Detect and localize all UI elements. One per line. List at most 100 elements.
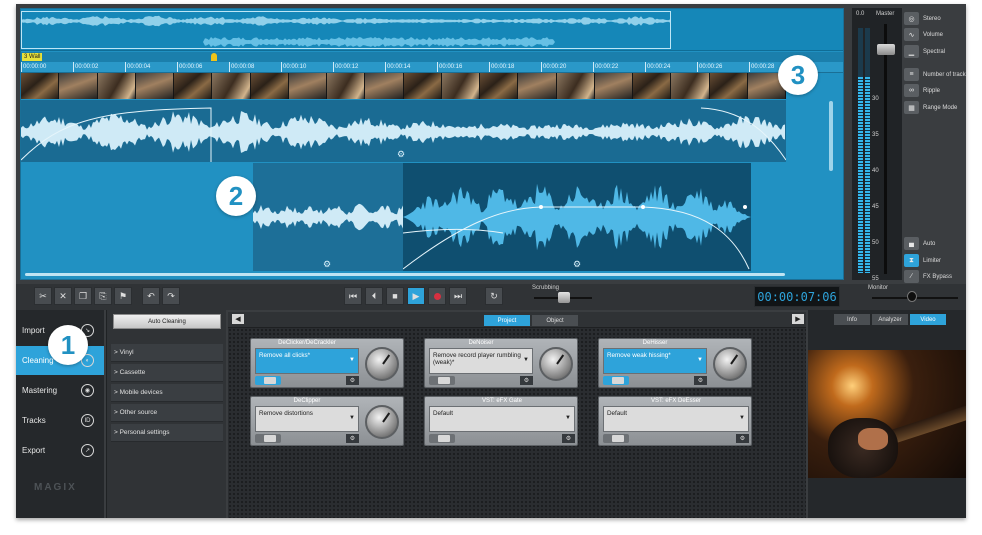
view-option-limiter[interactable]: ⧗ Limiter (904, 254, 941, 267)
fx-power-toggle[interactable] (429, 376, 455, 385)
gear-icon[interactable]: ⚙ (346, 376, 359, 385)
volume-icon: ∿ (904, 28, 919, 41)
sidebar-item-mastering[interactable]: Mastering ◉ (16, 376, 104, 405)
master-fader[interactable] (877, 44, 895, 55)
fx-power-toggle[interactable] (603, 376, 629, 385)
tab-object[interactable]: Object (532, 315, 578, 326)
ruler-tick: 00:00:18 (489, 62, 515, 72)
flag-button[interactable]: ⚑ (114, 287, 132, 305)
master-label: Master (876, 11, 895, 17)
delete-button[interactable]: ✕ (54, 287, 72, 305)
view-option-auto[interactable]: ▄ Auto (904, 237, 935, 250)
overview-visible-range[interactable] (21, 11, 671, 49)
category-item[interactable]: > Cassette (111, 364, 223, 382)
category-item[interactable]: > Vinyl (111, 344, 223, 362)
skip-end-button[interactable]: ⏭ (449, 287, 467, 305)
fx-intensity-knob[interactable] (365, 347, 399, 381)
play-button[interactable]: ▶ (407, 287, 425, 305)
view-option-volume[interactable]: ∿ Volume (904, 28, 943, 41)
ruler-tick: 00:00:12 (333, 62, 359, 72)
view-option-ripple[interactable]: ∞ Ripple (904, 84, 940, 97)
view-option-label: Auto (923, 240, 936, 247)
toggle-thumb (264, 435, 276, 442)
playhead-marker[interactable] (211, 53, 217, 61)
copy-button[interactable]: ❐ (74, 287, 92, 305)
gear-icon[interactable]: ⚙ (520, 376, 533, 385)
view-option-range-mode[interactable]: ▦ Range Mode (904, 101, 957, 114)
category-item[interactable]: > Other source (111, 404, 223, 422)
video-track[interactable] (21, 73, 786, 99)
gear-icon[interactable]: ⚙ (323, 259, 331, 270)
monitor-handle[interactable] (907, 291, 917, 302)
marker-label[interactable]: 3 Wall (22, 53, 43, 61)
fx-preset-dropdown[interactable]: Remove record player rumbling (weak)* ▼ (429, 348, 533, 374)
skip-start-button[interactable]: ⏮ (344, 287, 362, 305)
loop-button[interactable]: ↻ (485, 287, 503, 305)
limiter-icon: ⧗ (904, 254, 919, 267)
fx-power-toggle[interactable] (429, 434, 455, 443)
master-fader-track[interactable] (884, 24, 887, 274)
tab-video[interactable]: Video (910, 314, 946, 325)
fx-preset-dropdown[interactable]: Remove weak hissing* ▼ (603, 348, 707, 374)
meter-right (865, 28, 870, 273)
fx-preset-dropdown[interactable]: Default ▼ (429, 406, 575, 432)
fx-preset-dropdown[interactable]: Remove all clicks* ▼ (255, 348, 359, 374)
gear-icon[interactable]: ⚙ (562, 434, 575, 443)
fx-preset-dropdown[interactable]: Remove distortions ▼ (255, 406, 359, 432)
previous-button[interactable]: ⏴ (365, 287, 383, 305)
scrubbing-handle[interactable] (558, 292, 570, 303)
category-item[interactable]: > Mobile devices (111, 384, 223, 402)
redo-button[interactable]: ↷ (162, 287, 180, 305)
cut-button[interactable]: ✂ (34, 287, 52, 305)
fx-preset-value: Remove distortions (259, 410, 313, 417)
video-frame-thumbnail (288, 73, 327, 99)
tab-analyzer[interactable]: Analyzer (872, 314, 908, 325)
gear-icon[interactable]: ⚙ (346, 434, 359, 443)
selected-region[interactable]: ⚙ (403, 163, 751, 271)
stop-button[interactable]: ■ (386, 287, 404, 305)
view-option-stereo[interactable]: ◎ Stereo (904, 12, 941, 25)
fx-power-toggle[interactable] (255, 434, 281, 443)
fx-intensity-knob[interactable] (365, 405, 399, 439)
ruler-tick: 00:00:22 (593, 62, 619, 72)
gear-icon[interactable]: ⚙ (397, 149, 405, 160)
fx-intensity-knob[interactable] (713, 347, 747, 381)
fx-preset-dropdown[interactable]: Default ▼ (603, 406, 749, 432)
sidebar-item-tracks[interactable]: Tracks ID (16, 406, 104, 435)
auto-icon: ▄ (904, 237, 919, 250)
gear-icon[interactable]: ⚙ (694, 376, 707, 385)
paste-button[interactable]: ⎘ (94, 287, 112, 305)
view-option-number-of-tracks[interactable]: ≡ Number of tracks (904, 68, 966, 81)
meter-scale-label: 35 (872, 132, 879, 138)
monitor-label: Monitor (868, 285, 889, 291)
record-button[interactable] (428, 287, 446, 305)
marker-strip[interactable]: 3 Wall (21, 52, 843, 62)
gear-icon[interactable]: ⚙ (573, 259, 581, 270)
audio-waveform-2-selected (403, 183, 751, 270)
arrow-left-icon[interactable]: ◀ (232, 314, 244, 324)
audio-track-1[interactable]: ⚙ (21, 100, 786, 162)
vertical-scrollbar[interactable] (829, 101, 833, 171)
skip-start-icon: ⏮ (348, 290, 358, 301)
fx-power-toggle[interactable] (255, 376, 281, 385)
gear-icon[interactable]: ⚙ (736, 434, 749, 443)
category-item[interactable]: > Personal settings (111, 424, 223, 442)
fx-power-toggle[interactable] (603, 434, 629, 443)
view-option-fx-bypass[interactable]: ∕ FX Bypass (904, 270, 952, 283)
tab-info[interactable]: Info (834, 314, 870, 325)
ruler-tick: 00:00:06 (177, 62, 203, 72)
arranger[interactable]: 3 Wall 00:00:00 00:00:02 00:00:04 00:00:06 0… (20, 8, 844, 280)
view-option-label: Spectral (923, 48, 946, 55)
horizontal-scrollbar[interactable] (25, 273, 785, 276)
audio-track-2[interactable]: ⚙ ⚙ (253, 163, 751, 271)
sidebar-item-export[interactable]: Export ↗ (16, 436, 104, 465)
undo-button[interactable]: ↶ (142, 287, 160, 305)
fx-intensity-knob[interactable] (539, 347, 573, 381)
time-ruler[interactable]: 00:00:00 00:00:02 00:00:04 00:00:06 00:00:08… (21, 62, 843, 73)
tab-project[interactable]: Project (484, 315, 530, 326)
view-option-spectral[interactable]: ▁ Spectral (904, 45, 945, 58)
arrow-right-icon[interactable]: ▶ (792, 314, 804, 324)
overview-waveform[interactable] (21, 9, 843, 51)
auto-cleaning-button[interactable]: Auto Cleaning (113, 314, 221, 329)
spectral-icon: ▁ (904, 45, 919, 58)
